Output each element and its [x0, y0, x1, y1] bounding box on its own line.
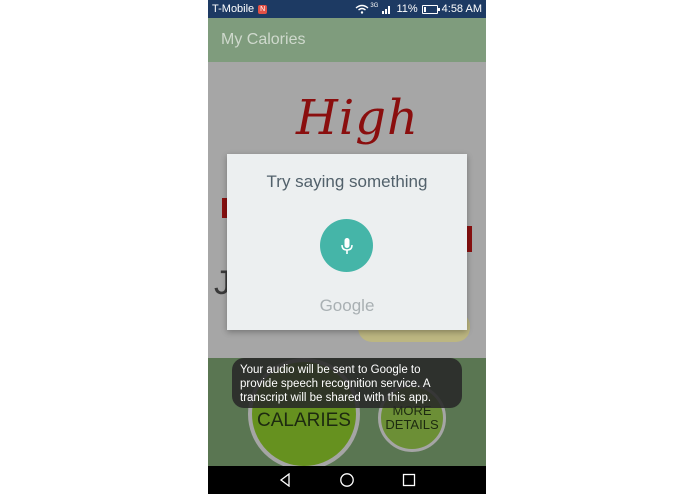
toast-message: Your audio will be sent to Google to pro… [232, 358, 462, 408]
speech-dialog: Try saying something Google [227, 154, 467, 330]
dialog-prompt: Try saying something [266, 172, 428, 191]
battery-percent: 11% [396, 3, 418, 15]
mic-button[interactable] [320, 219, 373, 272]
carrier-name: T-Mobile [212, 3, 255, 15]
microphone-icon [340, 237, 353, 254]
clock: 4:58 AM [441, 3, 482, 15]
notification-icon: N [258, 4, 268, 14]
calories-button-label: CALARIES [257, 410, 351, 431]
app-bar: My Calories [208, 18, 486, 62]
carrier-group: T-Mobile N [212, 3, 268, 15]
network-type: 3G [370, 3, 379, 9]
home-icon[interactable] [339, 472, 355, 488]
status-indicators: 3G 11% 4:58 AM [355, 3, 482, 15]
signal-icon [382, 6, 391, 14]
headline-text: High [296, 90, 419, 146]
recents-icon[interactable] [402, 473, 416, 487]
navigation-bar [208, 466, 486, 494]
app-title: My Calories [221, 31, 306, 48]
google-logo: Google [319, 296, 375, 315]
phone-screen: T-Mobile N 3G 11% 4:58 AM My Calories Hi… [208, 0, 486, 494]
battery-icon [421, 4, 440, 14]
more-details-label-line2: DETAILS [385, 417, 439, 432]
wifi-icon [355, 4, 369, 14]
back-icon[interactable] [278, 473, 292, 487]
status-bar: T-Mobile N 3G 11% 4:58 AM [208, 0, 486, 18]
